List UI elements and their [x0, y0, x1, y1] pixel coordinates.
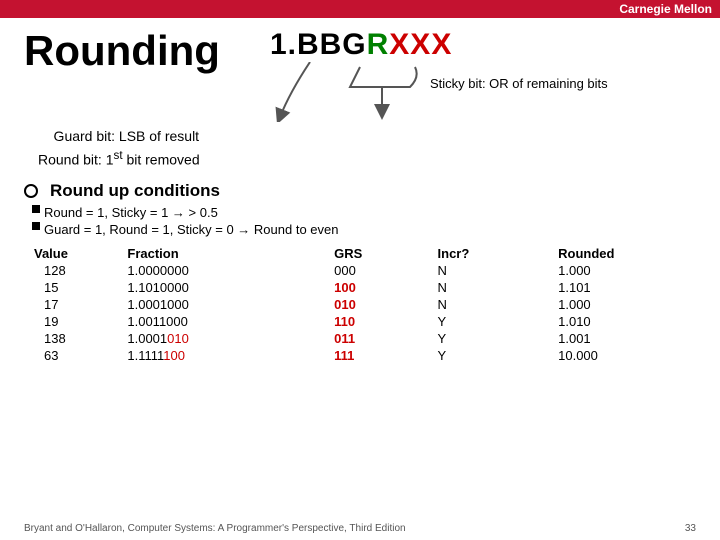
arrows-svg: [270, 62, 610, 122]
cell-fraction: 1.0000000: [127, 262, 334, 279]
cell-grs: 010: [334, 296, 437, 313]
col-header-grs: GRS: [334, 245, 437, 262]
cell-grs: 011: [334, 330, 437, 347]
cell-rounded: 10.000: [558, 347, 696, 364]
col-header-fraction: Fraction: [127, 245, 334, 262]
condition-2: Guard = 1, Round = 1, Sticky = 0 → Round…: [32, 222, 696, 237]
cell-fraction: 1.0001000: [127, 296, 334, 313]
page-title: Rounding: [24, 28, 220, 74]
cell-value: 19: [24, 313, 127, 330]
table-body: 1281.0000000000N1.000151.1010000100N1.10…: [24, 262, 696, 364]
col-header-rounded: Rounded: [558, 245, 696, 262]
cell-rounded: 1.010: [558, 313, 696, 330]
cell-incr: N: [438, 296, 559, 313]
cell-rounded: 1.000: [558, 262, 696, 279]
cell-fraction: 1.0001010: [127, 330, 334, 347]
main-content: Rounding 1.BBGRXXX: [0, 18, 720, 374]
guard-desc: Guard bit: LSB of result: [38, 126, 696, 147]
condition-1: Round = 1, Sticky = 1 → > 0.5: [32, 205, 696, 220]
footer: Bryant and O'Hallaron, Computer Systems:…: [24, 523, 696, 534]
data-table: Value Fraction GRS Incr? Rounded 1281.00…: [24, 245, 696, 364]
col-header-incr: Incr?: [438, 245, 559, 262]
bit-round: R: [367, 28, 390, 61]
cell-fraction: 1.0011000: [127, 313, 334, 330]
cell-rounded: 1.101: [558, 279, 696, 296]
table-row: 151.1010000100N1.101: [24, 279, 696, 296]
arrows-container: [270, 62, 610, 122]
round-up-section: Round up conditions Round = 1, Sticky = …: [24, 181, 696, 237]
cell-grs: 000: [334, 262, 437, 279]
cell-grs: 100: [334, 279, 437, 296]
footer-attribution: Bryant and O'Hallaron, Computer Systems:…: [24, 523, 406, 534]
cell-grs: 110: [334, 313, 437, 330]
open-circle-icon: [24, 184, 38, 198]
cell-grs: 111: [334, 347, 437, 364]
round-up-header: Round up conditions: [24, 181, 696, 201]
cell-fraction: 1.1010000: [127, 279, 334, 296]
footer-page-number: 33: [685, 523, 696, 534]
cell-incr: Y: [438, 330, 559, 347]
cell-value: 17: [24, 296, 127, 313]
col-header-value: Value: [24, 245, 127, 262]
cell-fraction: 1.1111100: [127, 347, 334, 364]
cell-rounded: 1.001: [558, 330, 696, 347]
cell-value: 128: [24, 262, 127, 279]
table-row: 1381.0001010011Y1.001: [24, 330, 696, 347]
cell-incr: N: [438, 262, 559, 279]
header-bar: Carnegie Mellon: [0, 0, 720, 18]
bullet-1: [32, 205, 40, 213]
cell-rounded: 1.000: [558, 296, 696, 313]
title-row: Rounding 1.BBGRXXX: [24, 28, 696, 122]
table-row: 191.0011000110Y1.010: [24, 313, 696, 330]
cell-value: 15: [24, 279, 127, 296]
bit-prefix: 1.BBG: [270, 28, 367, 61]
cell-value: 63: [24, 347, 127, 364]
cell-incr: Y: [438, 347, 559, 364]
bullet-2: [32, 222, 40, 230]
table-row: 171.0001000010N1.000: [24, 296, 696, 313]
university-name: Carnegie Mellon: [619, 2, 712, 16]
bit-diagram: 1.BBGRXXX: [270, 28, 610, 122]
bit-notation: 1.BBGRXXX: [270, 28, 610, 62]
cell-incr: N: [438, 279, 559, 296]
descriptions: Guard bit: LSB of result Round bit: 1st …: [38, 126, 696, 171]
cell-incr: Y: [438, 313, 559, 330]
table-row: 1281.0000000000N1.000: [24, 262, 696, 279]
table-section: Value Fraction GRS Incr? Rounded 1281.00…: [24, 245, 696, 364]
table-row: 631.1111100111Y10.000: [24, 347, 696, 364]
table-header-row: Value Fraction GRS Incr? Rounded: [24, 245, 696, 262]
bit-sticky: XXX: [389, 28, 452, 61]
cell-value: 138: [24, 330, 127, 347]
round-desc: Round bit: 1st bit removed: [38, 147, 696, 171]
sticky-label: Sticky bit: OR of remaining bits: [430, 76, 608, 91]
